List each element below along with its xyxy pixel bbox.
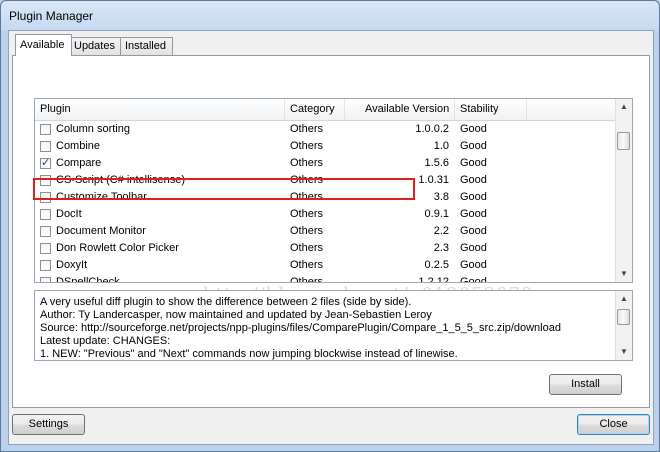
- column-header-category[interactable]: Category: [285, 99, 345, 120]
- plugin-row[interactable]: Don Rowlett Color Picker Others 2.3 Good: [35, 240, 625, 257]
- plugin-category: Others: [290, 140, 324, 152]
- plugin-category: Others: [290, 208, 324, 220]
- plugin-name: Document Monitor: [56, 225, 146, 237]
- plugin-row[interactable]: CS-Script (C# intellisense) Others 1.0.31 G…: [35, 172, 625, 189]
- plugin-checkbox[interactable]: [40, 175, 51, 186]
- plugin-list[interactable]: Plugin Category Available Version Stabil…: [34, 98, 633, 283]
- plugin-name: Combine: [56, 140, 101, 152]
- plugin-stability: Good: [460, 259, 487, 271]
- plugin-checkbox[interactable]: [40, 124, 51, 135]
- install-button[interactable]: Install: [549, 374, 622, 395]
- plugin-version: 1.0: [433, 140, 449, 152]
- window-title: Plugin Manager: [9, 9, 94, 23]
- plugin-list-scrollbar[interactable]: ▲ ▼: [615, 99, 632, 282]
- plugin-row[interactable]: DSpellCheck Others 1.2.12 Good: [35, 274, 625, 283]
- plugin-category: Others: [290, 259, 324, 271]
- plugin-stability: Good: [460, 225, 487, 237]
- plugin-list-header: Plugin Category Available Version Stabil…: [35, 99, 625, 121]
- tab-updates[interactable]: Updates: [69, 37, 121, 55]
- plugin-version: 2.2: [433, 225, 449, 237]
- plugin-checkbox[interactable]: [40, 209, 51, 220]
- plugin-row[interactable]: DoxyIt Others 0.2.5 Good: [35, 257, 625, 274]
- plugin-name: CS-Script (C# intellisense): [56, 174, 185, 186]
- plugin-category: Others: [290, 191, 324, 203]
- plugin-name: DoxyIt: [56, 259, 88, 271]
- plugin-category: Others: [290, 242, 324, 254]
- plugin-row[interactable]: Column sorting Others 1.0.0.2 Good: [35, 121, 625, 138]
- close-button[interactable]: Close: [577, 414, 650, 435]
- dialog-body: Available Updates Installed Plugin Categ…: [8, 30, 654, 445]
- description-line: Author: Ty Landercasper, now maintained …: [40, 309, 432, 321]
- plugin-name: Column sorting: [56, 123, 130, 135]
- description-line: 1. NEW: "Previous" and "Next" commands n…: [40, 348, 458, 360]
- triangle-down-icon[interactable]: ▼: [616, 266, 632, 282]
- plugin-name: Compare: [56, 157, 102, 169]
- plugin-description: A very useful diff plugin to show the di…: [34, 290, 633, 361]
- plugin-stability: Good: [460, 208, 487, 220]
- plugin-category: Others: [290, 157, 324, 169]
- plugin-stability: Good: [460, 174, 487, 186]
- plugin-version: 1.2.12: [418, 276, 449, 283]
- column-header-stability[interactable]: Stability: [455, 99, 527, 120]
- plugin-version: 1.5.6: [424, 157, 449, 169]
- plugin-name: DSpellCheck: [56, 276, 120, 283]
- plugin-stability: Good: [460, 242, 487, 254]
- plugin-version: 1.0.31: [418, 174, 449, 186]
- triangle-up-icon[interactable]: ▲: [616, 99, 632, 115]
- plugin-row[interactable]: Document Monitor Others 2.2 Good: [35, 223, 625, 240]
- plugin-checkbox[interactable]: [40, 260, 51, 271]
- plugin-name: Customize Toolbar: [56, 191, 147, 203]
- description-line: Latest update: CHANGES:: [40, 335, 171, 347]
- plugin-row[interactable]: Compare Others 1.5.6 Good: [35, 155, 625, 172]
- plugin-category: Others: [290, 276, 324, 283]
- description-line: Source: http://sourceforge.net/projects/…: [40, 322, 561, 334]
- plugin-checkbox[interactable]: [40, 226, 51, 237]
- plugin-row[interactable]: DocIt Others 0.9.1 Good: [35, 206, 625, 223]
- plugin-stability: Good: [460, 276, 487, 283]
- plugin-version: 0.2.5: [424, 259, 449, 271]
- triangle-up-icon[interactable]: ▲: [616, 291, 632, 307]
- description-scrollbar[interactable]: ▲ ▼: [615, 291, 632, 360]
- plugin-row[interactable]: Combine Others 1.0 Good: [35, 138, 625, 155]
- scrollbar-thumb[interactable]: [617, 309, 630, 325]
- tab-panel-available: Plugin Category Available Version Stabil…: [12, 55, 650, 408]
- plugin-checkbox[interactable]: [40, 243, 51, 254]
- column-header-version[interactable]: Available Version: [345, 99, 455, 120]
- plugin-checkbox[interactable]: [40, 277, 51, 282]
- plugin-checkbox[interactable]: [40, 192, 51, 203]
- plugin-category: Others: [290, 174, 324, 186]
- plugin-version: 2.3: [433, 242, 449, 254]
- plugin-category: Others: [290, 123, 324, 135]
- plugin-name: Don Rowlett Color Picker: [56, 242, 179, 254]
- plugin-manager-window: Plugin Manager Available Updates Install…: [0, 0, 660, 452]
- plugin-checkbox[interactable]: [40, 155, 51, 172]
- plugin-name: DocIt: [56, 208, 82, 220]
- plugin-stability: Good: [460, 191, 487, 203]
- plugin-version: 0.9.1: [424, 208, 449, 220]
- plugin-stability: Good: [460, 157, 487, 169]
- settings-button[interactable]: Settings: [12, 414, 85, 435]
- plugin-row[interactable]: Customize Toolbar Others 3.8 Good: [35, 189, 625, 206]
- plugin-version: 3.8: [433, 191, 449, 203]
- plugin-version: 1.0.0.2: [415, 123, 449, 135]
- plugin-stability: Good: [460, 123, 487, 135]
- tab-available[interactable]: Available: [15, 34, 72, 56]
- plugin-checkbox[interactable]: [40, 141, 51, 152]
- plugin-stability: Good: [460, 140, 487, 152]
- tab-installed[interactable]: Installed: [120, 37, 173, 55]
- scrollbar-thumb[interactable]: [617, 132, 630, 150]
- column-header-plugin[interactable]: Plugin: [35, 99, 285, 120]
- plugin-category: Others: [290, 225, 324, 237]
- triangle-down-icon[interactable]: ▼: [616, 344, 632, 360]
- description-line: A very useful diff plugin to show the di…: [40, 296, 412, 308]
